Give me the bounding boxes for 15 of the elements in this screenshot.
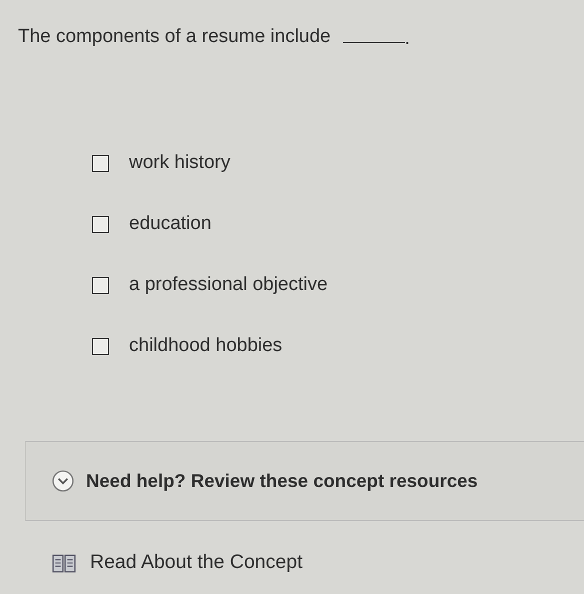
- option-label[interactable]: childhood hobbies: [129, 335, 282, 357]
- help-toggle-link[interactable]: Need help? Review these concept resources: [86, 470, 478, 492]
- checkbox[interactable]: [92, 216, 109, 232]
- checkbox[interactable]: [92, 154, 109, 172]
- option-label[interactable]: education: [129, 213, 212, 235]
- question-text: The components of a resume include: [18, 26, 331, 48]
- option-label[interactable]: work history: [129, 152, 230, 174]
- period-text: .: [404, 29, 410, 48]
- chevron-down-icon[interactable]: [52, 470, 74, 492]
- book-icon: [52, 552, 76, 572]
- checkbox[interactable]: [92, 276, 109, 294]
- option-label[interactable]: a professional objective: [129, 274, 328, 296]
- checkbox[interactable]: [92, 338, 109, 354]
- resource-link[interactable]: Read About the Concept: [90, 551, 302, 574]
- fill-in-line: [342, 41, 405, 43]
